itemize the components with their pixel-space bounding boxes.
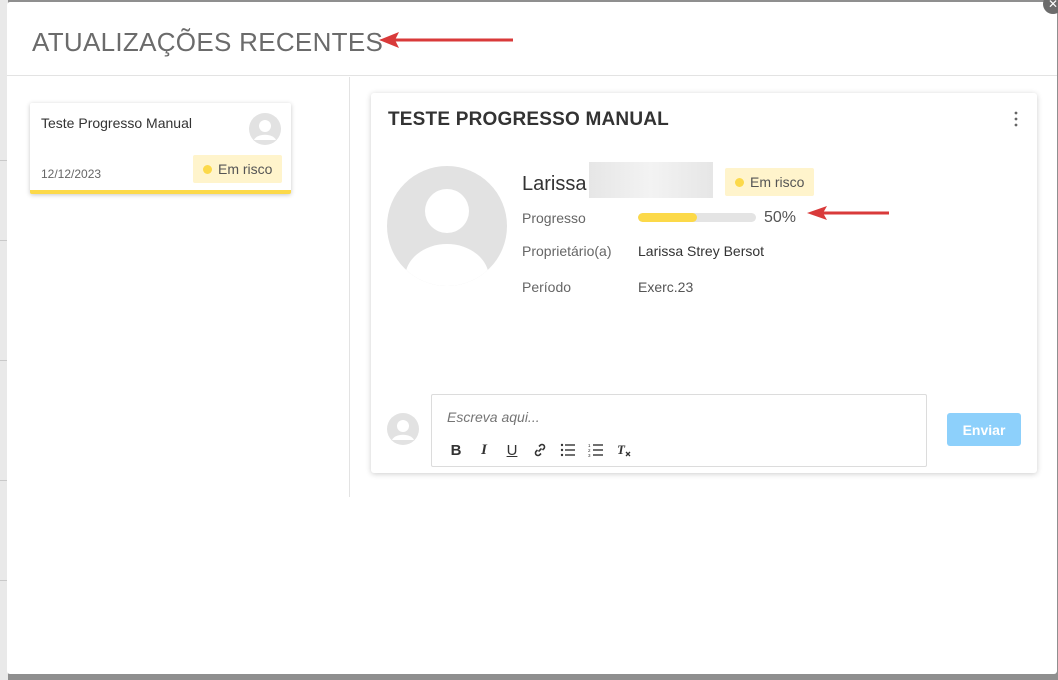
status-dot-icon <box>735 178 744 187</box>
modal-header: ATUALIZAÇÕES RECENTES <box>7 2 1057 76</box>
annotation-arrow-icon <box>379 32 513 48</box>
user-avatar-icon <box>387 166 507 286</box>
status-dot-icon <box>203 165 212 174</box>
detail-title: TESTE PROGRESSO MANUAL <box>388 109 669 130</box>
modal-title: ATUALIZAÇÕES RECENTES <box>32 27 384 57</box>
clear-format-icon[interactable]: T <box>610 439 638 461</box>
period-value: Exerc.23 <box>638 279 694 295</box>
link-icon[interactable] <box>526 439 554 461</box>
editor-toolbar: B I U 123 T <box>442 439 638 461</box>
status-badge: Em risco <box>725 168 815 196</box>
owner-label: Proprietário(a) <box>522 243 612 259</box>
update-card-title: Teste Progresso Manual <box>41 115 192 131</box>
updates-list: Teste Progresso Manual 12/12/2023 Em ris… <box>7 77 350 497</box>
more-vertical-icon[interactable] <box>1013 109 1019 129</box>
numbered-list-icon[interactable]: 123 <box>582 439 610 461</box>
annotation-arrow-icon <box>807 206 889 220</box>
send-button[interactable]: Enviar <box>947 413 1021 446</box>
recent-updates-modal: ATUALIZAÇÕES RECENTES ✕ Teste Progresso … <box>7 0 1058 674</box>
comment-input[interactable] <box>447 409 907 425</box>
progress-value: 50% <box>764 209 797 226</box>
progress-bar-fill <box>638 213 697 222</box>
bold-icon[interactable]: B <box>442 439 470 461</box>
status-badge-label: Em risco <box>750 174 805 190</box>
progress-bar <box>638 213 756 222</box>
svg-text:T: T <box>617 442 626 457</box>
avatar-icon <box>249 113 281 145</box>
status-badge-label: Em risco <box>218 161 273 177</box>
underline-icon[interactable]: U <box>498 439 526 461</box>
update-card[interactable]: Teste Progresso Manual 12/12/2023 Em ris… <box>30 103 291 194</box>
update-detail-panel: TESTE PROGRESSO MANUAL Larissa Em risco … <box>371 93 1037 473</box>
update-card-date: 12/12/2023 <box>41 167 102 181</box>
status-badge: Em risco <box>193 155 283 183</box>
progress-label: Progresso <box>522 210 586 226</box>
period-label: Período <box>522 279 572 295</box>
commenter-avatar-icon <box>387 413 419 445</box>
comment-editor[interactable]: B I U 123 T <box>431 394 927 467</box>
owner-value: Larissa Strey Bersot <box>638 243 765 259</box>
redacted-name <box>589 162 713 198</box>
person-name: Larissa <box>522 173 587 195</box>
italic-icon[interactable]: I <box>470 439 498 461</box>
bullet-list-icon[interactable] <box>554 439 582 461</box>
svg-text:3: 3 <box>588 453 591 457</box>
